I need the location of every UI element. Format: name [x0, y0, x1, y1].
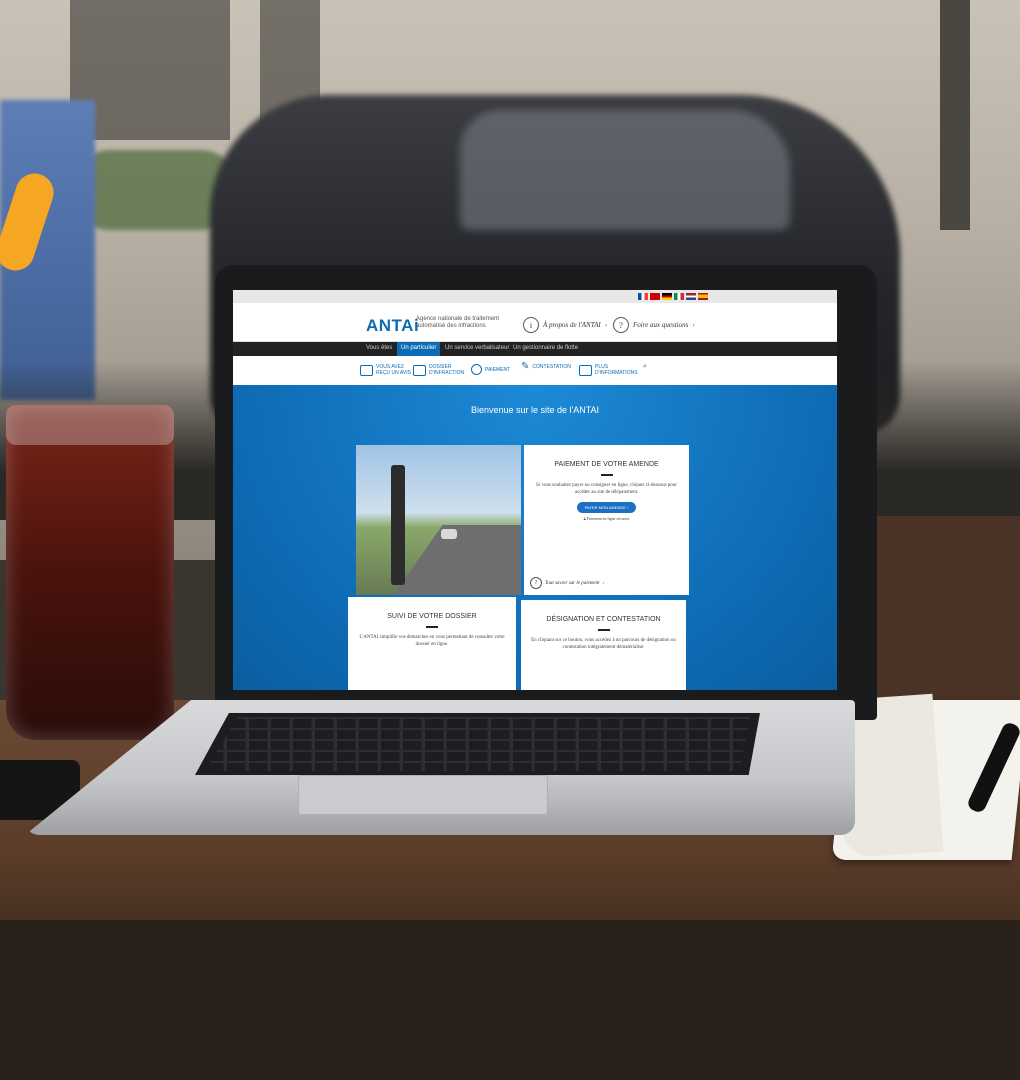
flag-it-icon[interactable] [674, 293, 684, 300]
faq-link[interactable]: ? Foire aux questions › [613, 317, 695, 333]
photo-car [441, 529, 457, 539]
menu-infos[interactable]: PLUS D'INFORMATIONS [579, 364, 638, 376]
folder-icon [413, 364, 426, 376]
speed-camera [391, 465, 405, 585]
pen-icon: ✎ [521, 361, 530, 372]
language-bar [233, 290, 837, 303]
designation-card: DÉSIGNATION ET CONTESTATION En cliquant … [521, 600, 686, 690]
menu-contestation[interactable]: ✎ CONTESTATION [521, 361, 571, 372]
flag-fr-icon[interactable] [638, 293, 648, 300]
speed-camera-photo [356, 445, 521, 595]
laptop-trackpad [298, 775, 548, 815]
audience-navbar: Vous êtes Un particulier Un service verb… [233, 342, 837, 356]
hero-section: Bienvenue sur le site de l'ANTAI PAIEMEN… [233, 385, 837, 690]
menu-dossier[interactable]: DOSSIER D'INFRACTION [413, 364, 465, 376]
keyboard-keys [205, 717, 750, 771]
antai-logo[interactable]: ANTAi [366, 316, 419, 336]
window-ledge [860, 516, 1020, 716]
iced-drink-glass [6, 405, 174, 740]
euro-icon [471, 364, 482, 375]
menu-paiement[interactable]: PAIEMENT [471, 364, 510, 375]
menu-contestation-label: CONTESTATION [532, 364, 571, 370]
payment-card: PAIEMENT DE VOTRE AMENDE Si vous souhait… [524, 445, 689, 595]
language-flags [638, 293, 708, 300]
main-menu: VOUS AVEZ REÇU UN AVIS DOSSIER D'INFRACT… [233, 356, 837, 387]
card-divider [600, 474, 613, 476]
secure-payment-note: 🔒︎ Paiement en ligne sécurisé [524, 516, 689, 521]
dossier-card: SUIVI DE VOTRE DOSSIER L'ANTAI simplifie… [348, 597, 516, 690]
menu-dossier-label: DOSSIER D'INFRACTION [429, 364, 465, 376]
pay-fine-label: PAYER MON AMENDE [584, 505, 626, 510]
dossier-card-title: SUIVI DE VOTRE DOSSIER [387, 613, 477, 620]
navbar-label: Vous êtes [366, 345, 393, 351]
flag-nl-icon[interactable] [686, 293, 696, 300]
site-header: ANTAi Agence nationale de traitement aut… [233, 303, 837, 342]
nav-gestionnaire-flotte[interactable]: Un gestionnaire de flotte [513, 345, 578, 351]
laptop-screen: ANTAi Agence nationale de traitement aut… [233, 290, 837, 690]
chevron-right-icon: › [602, 580, 605, 586]
faq-link-label: Foire aux questions [633, 321, 689, 329]
info-icon [579, 364, 592, 376]
about-link[interactable]: i À propos de l'ANTAI › [523, 317, 607, 333]
designation-card-body: En cliquant sur ce bouton, vous accédez … [531, 638, 676, 650]
menu-paiement-label: PAIEMENT [485, 366, 511, 373]
table-edge [0, 920, 1020, 1080]
background-car-window [460, 110, 790, 230]
flag-de-icon[interactable] [662, 293, 672, 300]
menu-avis[interactable]: VOUS AVEZ REÇU UN AVIS [360, 364, 412, 376]
payment-card-title: PAIEMENT DE VOTRE AMENDE [554, 461, 659, 468]
chevron-right-icon: › [692, 321, 695, 329]
secure-payment-label: Paiement en ligne sécurisé [586, 516, 630, 521]
menu-infos-label: PLUS D'INFORMATIONS [595, 364, 638, 376]
payment-card-body: Si vous souhaitez payer ou consigner en … [536, 483, 677, 495]
glass-rim [6, 405, 174, 445]
logo-subtitle: Agence nationale de traitement automatis… [416, 316, 500, 329]
search-icon[interactable]: ⌕ [643, 363, 647, 370]
dossier-card-body: L'ANTAI simplifie vos démarches en vous … [359, 635, 505, 647]
payment-info-label: Tout savoir sur le paiement [545, 580, 600, 586]
payment-info-link[interactable]: ? Tout savoir sur le paiement › [530, 577, 604, 589]
menu-avis-label: VOUS AVEZ REÇU UN AVIS [376, 364, 411, 376]
envelope-icon [360, 364, 373, 376]
chevron-right-icon: › [604, 321, 608, 329]
question-circle-icon: ? [530, 577, 542, 589]
welcome-title: Bienvenue sur le site de l'ANTAI [470, 405, 600, 415]
info-circle-icon: i [523, 317, 539, 333]
card-divider [597, 629, 610, 631]
background-pole [940, 0, 970, 230]
about-link-label: À propos de l'ANTAI [543, 321, 601, 329]
pay-fine-button[interactable]: PAYER MON AMENDE › [576, 502, 637, 513]
card-divider [426, 626, 438, 628]
nav-particulier[interactable]: Un particulier [397, 342, 441, 356]
lock-icon: 🔒︎ [583, 516, 586, 521]
question-circle-icon: ? [613, 317, 629, 333]
nav-service-verbalisateur[interactable]: Un service verbalisateur [445, 345, 509, 351]
flag-uk-icon[interactable] [650, 293, 660, 300]
designation-card-title: DÉSIGNATION ET CONTESTATION [546, 616, 661, 623]
flag-es-icon[interactable] [698, 293, 708, 300]
